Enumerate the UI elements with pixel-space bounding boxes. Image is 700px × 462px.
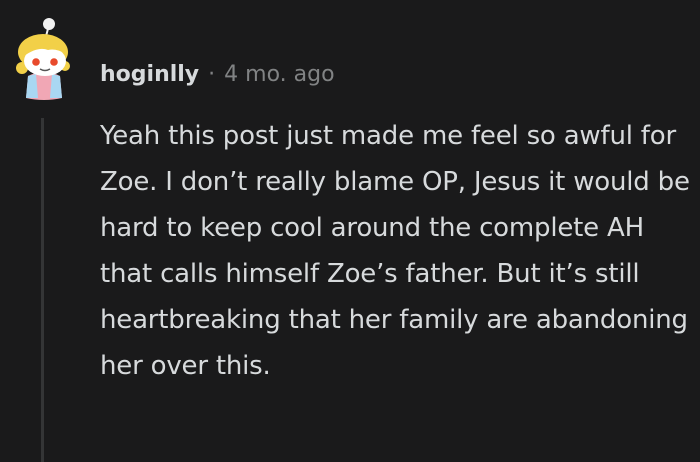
meta-separator: · — [208, 61, 216, 87]
comment-thread-line[interactable] — [41, 118, 44, 462]
snoo-avatar-icon[interactable] — [12, 16, 76, 102]
comment-body: Yeah this post just made me feel so awfu… — [100, 121, 690, 381]
timestamp-link[interactable]: 4 mo. ago — [224, 62, 334, 87]
comment-meta: hoginlly · 4 mo. ago — [100, 57, 335, 91]
username-link[interactable]: hoginlly — [100, 62, 199, 87]
